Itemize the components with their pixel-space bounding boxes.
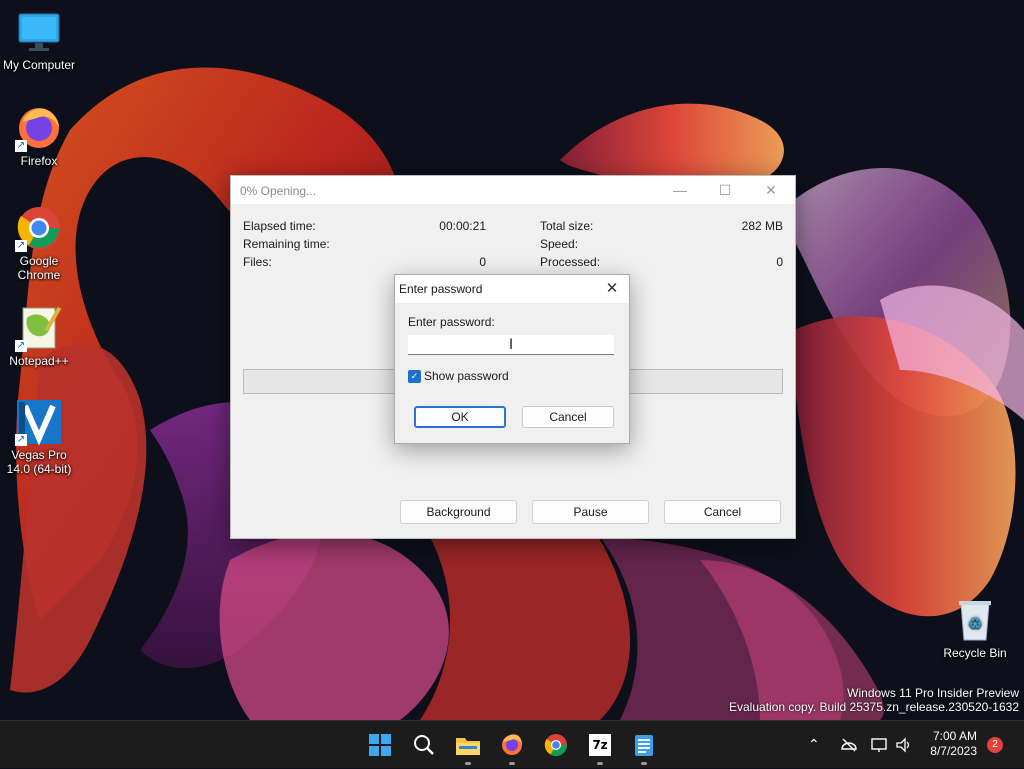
running-indicator: [465, 762, 471, 765]
watermark-line-2: Evaluation copy. Build 25375.zn_release.…: [729, 700, 1019, 714]
elapsed-time-label: Elapsed time:: [243, 219, 316, 233]
desktop-icon-notepadpp[interactable]: ↗ Notepad++: [0, 304, 78, 368]
desktop-icon-google-chrome[interactable]: ↗ Google Chrome: [0, 204, 78, 282]
network-disconnected-icon[interactable]: [840, 721, 858, 769]
dialog-title: Enter password: [399, 282, 483, 296]
desktop-icon-recycle-bin[interactable]: ♻ Recycle Bin: [936, 596, 1014, 660]
desktop-icon-label: Notepad++: [9, 354, 69, 368]
desktop-icon-my-computer[interactable]: My Computer: [0, 8, 78, 72]
monitor-icon: [15, 8, 63, 56]
desktop-icon-label: Firefox: [20, 154, 58, 168]
watermark-line-1: Windows 11 Pro Insider Preview: [847, 686, 1019, 700]
shortcut-arrow-icon: ↗: [15, 434, 27, 446]
maximize-icon[interactable]: ☐: [710, 180, 740, 200]
dialog-titlebar[interactable]: Enter password ✕: [395, 275, 629, 303]
desktop-icon-label: Recycle Bin: [943, 646, 1007, 660]
background-button[interactable]: Background: [400, 500, 517, 524]
volume-icon[interactable]: [895, 721, 913, 769]
shortcut-arrow-icon: ↗: [15, 240, 27, 252]
speed-label: Speed:: [540, 237, 579, 251]
7zip-logo: 7z: [589, 734, 611, 756]
shortcut-arrow-icon: ↗: [15, 140, 27, 152]
show-password-label[interactable]: Show password: [424, 369, 509, 383]
dialog-cancel-button[interactable]: Cancel: [522, 406, 614, 428]
desktop-icon-firefox[interactable]: ↗ Firefox: [0, 104, 78, 168]
chrome-icon: ↗: [15, 204, 63, 252]
show-password-checkbox[interactable]: ✓: [408, 370, 421, 383]
svg-text:♻: ♻: [968, 614, 982, 633]
close-icon[interactable]: ✕: [756, 180, 786, 200]
clock-time: 7:00 AM: [932, 729, 977, 743]
7zip-icon[interactable]: 7z: [584, 729, 616, 765]
window-titlebar[interactable]: 0% Opening... — ☐ ✕: [231, 176, 795, 204]
total-size-label: Total size:: [540, 219, 594, 233]
display-icon[interactable]: [871, 721, 889, 769]
notepad-icon[interactable]: [628, 729, 660, 765]
firefox-icon: ↗: [15, 104, 63, 152]
files-label: Files:: [243, 255, 272, 269]
taskbar: 7z ⌃ 7:00 AM 8/7/2023 2: [0, 720, 1024, 768]
desktop-icon-vegas-pro[interactable]: ↗ Vegas Pro 14.0 (64-bit): [0, 398, 78, 476]
notepadpp-icon: ↗: [15, 304, 63, 352]
file-explorer-icon[interactable]: [452, 729, 484, 765]
window-title: 0% Opening...: [240, 184, 317, 198]
pause-button[interactable]: Pause: [532, 500, 649, 524]
firefox-icon[interactable]: [496, 729, 528, 765]
running-indicator: [597, 762, 603, 765]
windows-watermark: Windows 11 Pro Insider Preview Evaluatio…: [729, 686, 1019, 714]
start-icon[interactable]: [364, 729, 396, 761]
processed-value: 0: [776, 255, 783, 269]
chrome-icon[interactable]: [540, 729, 572, 761]
enter-password-dialog: Enter password ✕ Enter password: I ✓ Sho…: [394, 274, 630, 444]
notification-badge[interactable]: 2: [987, 737, 1003, 753]
desktop-icon-label: Google Chrome: [17, 254, 61, 282]
recycle-bin-icon: ♻: [951, 596, 999, 644]
processed-label: Processed:: [540, 255, 601, 269]
chevron-up-icon[interactable]: ⌃: [808, 721, 820, 769]
running-indicator: [509, 762, 515, 765]
minimize-icon[interactable]: —: [665, 180, 695, 200]
search-icon[interactable]: [408, 729, 440, 761]
clock-date: 8/7/2023: [930, 744, 977, 758]
elapsed-time-value: 00:00:21: [439, 219, 486, 233]
desktop-icon-label: My Computer: [2, 58, 76, 72]
ok-button[interactable]: OK: [414, 406, 506, 428]
system-clock[interactable]: 7:00 AM 8/7/2023: [930, 729, 977, 759]
total-size-value: 282 MB: [741, 219, 783, 233]
close-icon[interactable]: ✕: [601, 278, 623, 300]
desktop-icon-label: Vegas Pro 14.0 (64-bit): [6, 448, 72, 476]
running-indicator: [641, 762, 647, 765]
vegas-icon: ↗: [15, 398, 63, 446]
shortcut-arrow-icon: ↗: [15, 340, 27, 352]
files-value: 0: [479, 255, 486, 269]
password-field-label: Enter password:: [408, 315, 495, 329]
remaining-time-label: Remaining time:: [243, 237, 330, 251]
cancel-button[interactable]: Cancel: [664, 500, 781, 524]
text-cursor-icon: I: [509, 337, 514, 353]
